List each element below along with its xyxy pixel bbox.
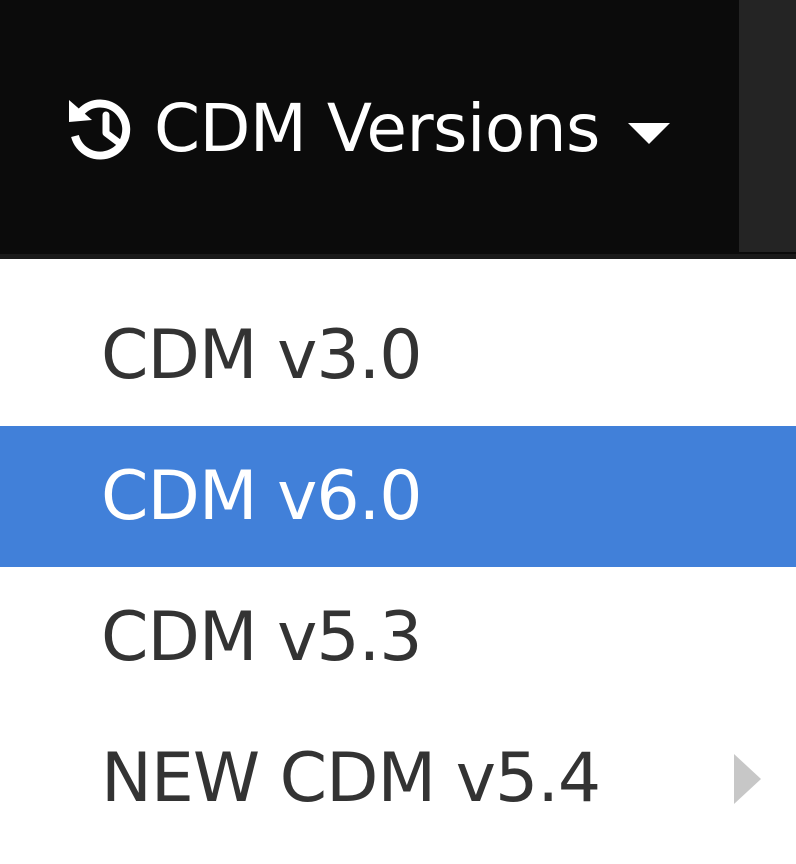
cdm-versions-label: CDM Versions <box>154 90 600 167</box>
menu-item-cdm-v5-3[interactable]: CDM v5.3 <box>0 567 796 708</box>
chevron-right-icon <box>734 753 761 804</box>
menu-item-cdm-v3-0[interactable]: CDM v3.0 <box>0 285 796 426</box>
history-icon <box>69 99 131 160</box>
menu-item-label: CDM v3.0 <box>101 316 423 395</box>
menu-item-label: CDM v6.0 <box>101 457 423 536</box>
menu-item-label: NEW CDM v5.4 <box>101 739 601 818</box>
top-navbar: CDM Versions <box>0 0 796 254</box>
menu-item-label: CDM v5.3 <box>101 598 423 677</box>
navbar-side-panel <box>739 0 796 252</box>
cdm-versions-dropdown-menu: CDM v3.0 CDM v6.0 CDM v5.3 NEW CDM v5.4 <box>0 259 796 864</box>
caret-down-icon <box>627 122 670 144</box>
menu-item-cdm-v6-0[interactable]: CDM v6.0 <box>0 426 796 567</box>
menu-item-new-cdm-v5-4[interactable]: NEW CDM v5.4 <box>0 708 796 849</box>
cdm-versions-dropdown-toggle[interactable]: CDM Versions <box>60 70 670 188</box>
